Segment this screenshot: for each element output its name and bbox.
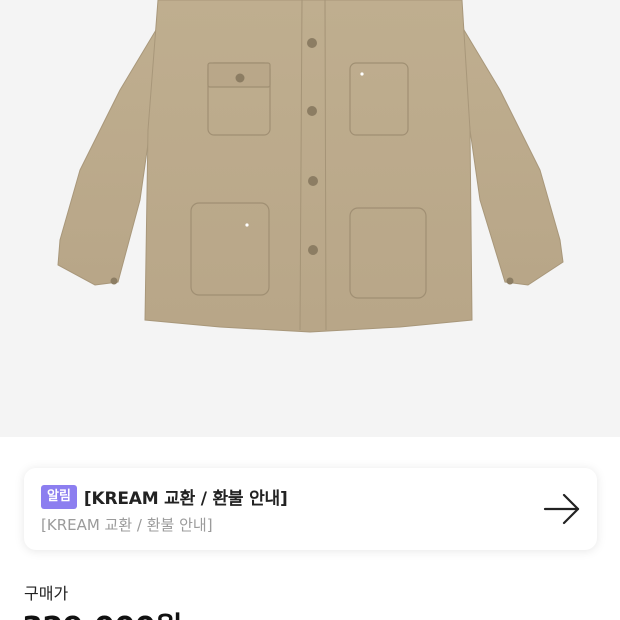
notice-title: [KREAM 교환 / 환불 안내] [83, 489, 288, 509]
price-label: 구매가 [24, 584, 69, 603]
notice-subtitle: [KREAM 교환 / 환불 안내] [41, 516, 213, 534]
price-value: 329,000원 [22, 603, 183, 620]
notice-card[interactable]: 알림 [KREAM 교환 / 환불 안내] [KREAM 교환 / 환불 안내] [24, 468, 597, 550]
jacket-image [57, 0, 564, 333]
product-image[interactable] [0, 0, 620, 437]
notice-badge: 알림 [41, 484, 77, 509]
arrow-right-icon[interactable] [543, 492, 581, 526]
notice-header: 알림 [KREAM 교환 / 환불 안내] [41, 484, 288, 509]
